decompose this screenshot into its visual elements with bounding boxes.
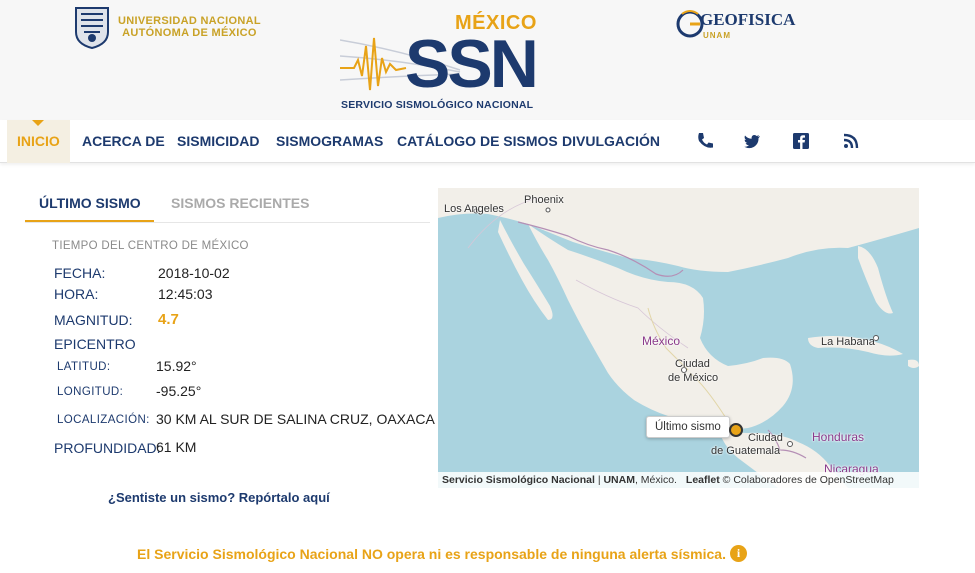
- ssn-full-name: SERVICIO SISMOLÓGICO NACIONAL: [341, 99, 534, 111]
- alert-disclaimer: El Servicio Sismológico Nacional NO oper…: [137, 546, 726, 562]
- epicenter-map[interactable]: Phoenix Los Angeles México Ciudad de Méx…: [438, 188, 919, 488]
- geofisica-unam: UNAM: [703, 31, 731, 40]
- ssn-acronym[interactable]: SSN: [405, 24, 539, 104]
- nav-item-catalogo[interactable]: CATÁLOGO DE SISMOS: [397, 120, 558, 163]
- info-icon[interactable]: i: [730, 545, 747, 562]
- map-attribution: Servicio Sismológico Nacional | UNAM, Mé…: [438, 472, 919, 488]
- facebook-icon[interactable]: [790, 130, 812, 152]
- nav-item-divulgacion[interactable]: DIVULGACIÓN: [562, 120, 660, 163]
- attrib-ssn-link[interactable]: Servicio Sismológico Nacional: [442, 474, 595, 486]
- map-label-guatemala-1: Ciudad: [748, 432, 783, 444]
- map-label-mexico: México: [642, 334, 681, 348]
- longitud-label: LONGITUD:: [57, 386, 124, 398]
- geofisica-name: GEOFISICA: [700, 10, 796, 29]
- fecha-value: 2018-10-02: [158, 265, 230, 281]
- rss-icon[interactable]: [840, 130, 862, 152]
- active-nav-indicator: [32, 120, 44, 126]
- fecha-label: FECHA:: [54, 265, 106, 281]
- nav-item-inicio[interactable]: INICIO: [7, 120, 70, 163]
- magnitud-label: MAGNITUD:: [54, 312, 133, 328]
- map-label-honduras: Honduras: [812, 430, 865, 444]
- tab-ultimo-sismo[interactable]: ÚLTIMO SISMO: [25, 195, 154, 223]
- localizacion-value: 30 KM AL SUR DE SALINA CRUZ, OAXACA: [156, 411, 435, 427]
- latitud-label: LATITUD:: [57, 361, 111, 373]
- alert-text-after: opera ni es responsable de ninguna alert…: [382, 546, 726, 562]
- epicenter-marker[interactable]: [729, 423, 743, 437]
- unam-line2: AUTÓNOMA DE MÉXICO: [122, 27, 257, 39]
- map-label-guatemala-2: de Guatemala: [711, 445, 781, 457]
- attrib-osm[interactable]: © Colaboradores de OpenStreetMap: [723, 474, 894, 486]
- attrib-mexico: , México.: [634, 474, 677, 486]
- tab-sismos-recientes[interactable]: SISMOS RECIENTES: [171, 195, 309, 223]
- localizacion-label: LOCALIZACIÓN:: [57, 414, 150, 426]
- phone-icon[interactable]: [694, 130, 716, 152]
- profundidad-value: 61 KM: [156, 439, 197, 455]
- nav-item-sismogramas[interactable]: SISMOGRAMAS: [276, 120, 383, 163]
- twitter-icon[interactable]: [741, 130, 763, 152]
- profundidad-label: PROFUNDIDAD:: [54, 440, 161, 456]
- map-label-la-habana: La Habana: [821, 336, 875, 348]
- main-nav: INICIO ACERCA DE SISMICIDAD SISMOGRAMAS …: [0, 120, 975, 163]
- alert-text-no: NO: [361, 546, 383, 562]
- nav-item-sismicidad[interactable]: SISMICIDAD: [177, 120, 259, 163]
- alert-text-before: El Servicio Sismológico Nacional: [137, 546, 362, 562]
- attrib-leaflet-link[interactable]: Leaflet: [686, 474, 720, 486]
- tab-underline: [25, 222, 430, 223]
- quake-tooltip: Último sismo: [646, 416, 730, 438]
- hora-label: HORA:: [54, 286, 99, 302]
- longitud-value: -95.25°: [156, 383, 202, 399]
- attrib-unam-link[interactable]: UNAM: [603, 474, 635, 486]
- map-label-cdmx-2: de México: [668, 372, 719, 384]
- report-quake-link[interactable]: ¿Sentiste un sismo? Repórtalo aquí: [108, 490, 330, 505]
- magnitud-value: 4.7: [158, 311, 179, 328]
- map-label-phoenix: Phoenix: [524, 194, 564, 206]
- nav-item-acerca-de[interactable]: ACERCA DE: [82, 120, 165, 163]
- hora-value: 12:45:03: [158, 286, 213, 302]
- map-label-los-angeles: Los Angeles: [444, 203, 504, 215]
- epicentro-label: EPICENTRO: [54, 336, 136, 352]
- latitud-value: 15.92°: [156, 358, 197, 374]
- unam-name: UNIVERSIDAD NACIONAL AUTÓNOMA DE MÉXICO: [118, 15, 261, 39]
- time-zone-label: TIEMPO DEL CENTRO DE MÉXICO: [52, 240, 249, 252]
- unam-shield-logo[interactable]: [72, 6, 112, 50]
- unam-line1: UNIVERSIDAD NACIONAL: [118, 15, 261, 27]
- site-header: UNIVERSIDAD NACIONAL AUTÓNOMA DE MÉXICO …: [0, 0, 975, 120]
- map-label-cdmx-1: Ciudad: [675, 358, 710, 370]
